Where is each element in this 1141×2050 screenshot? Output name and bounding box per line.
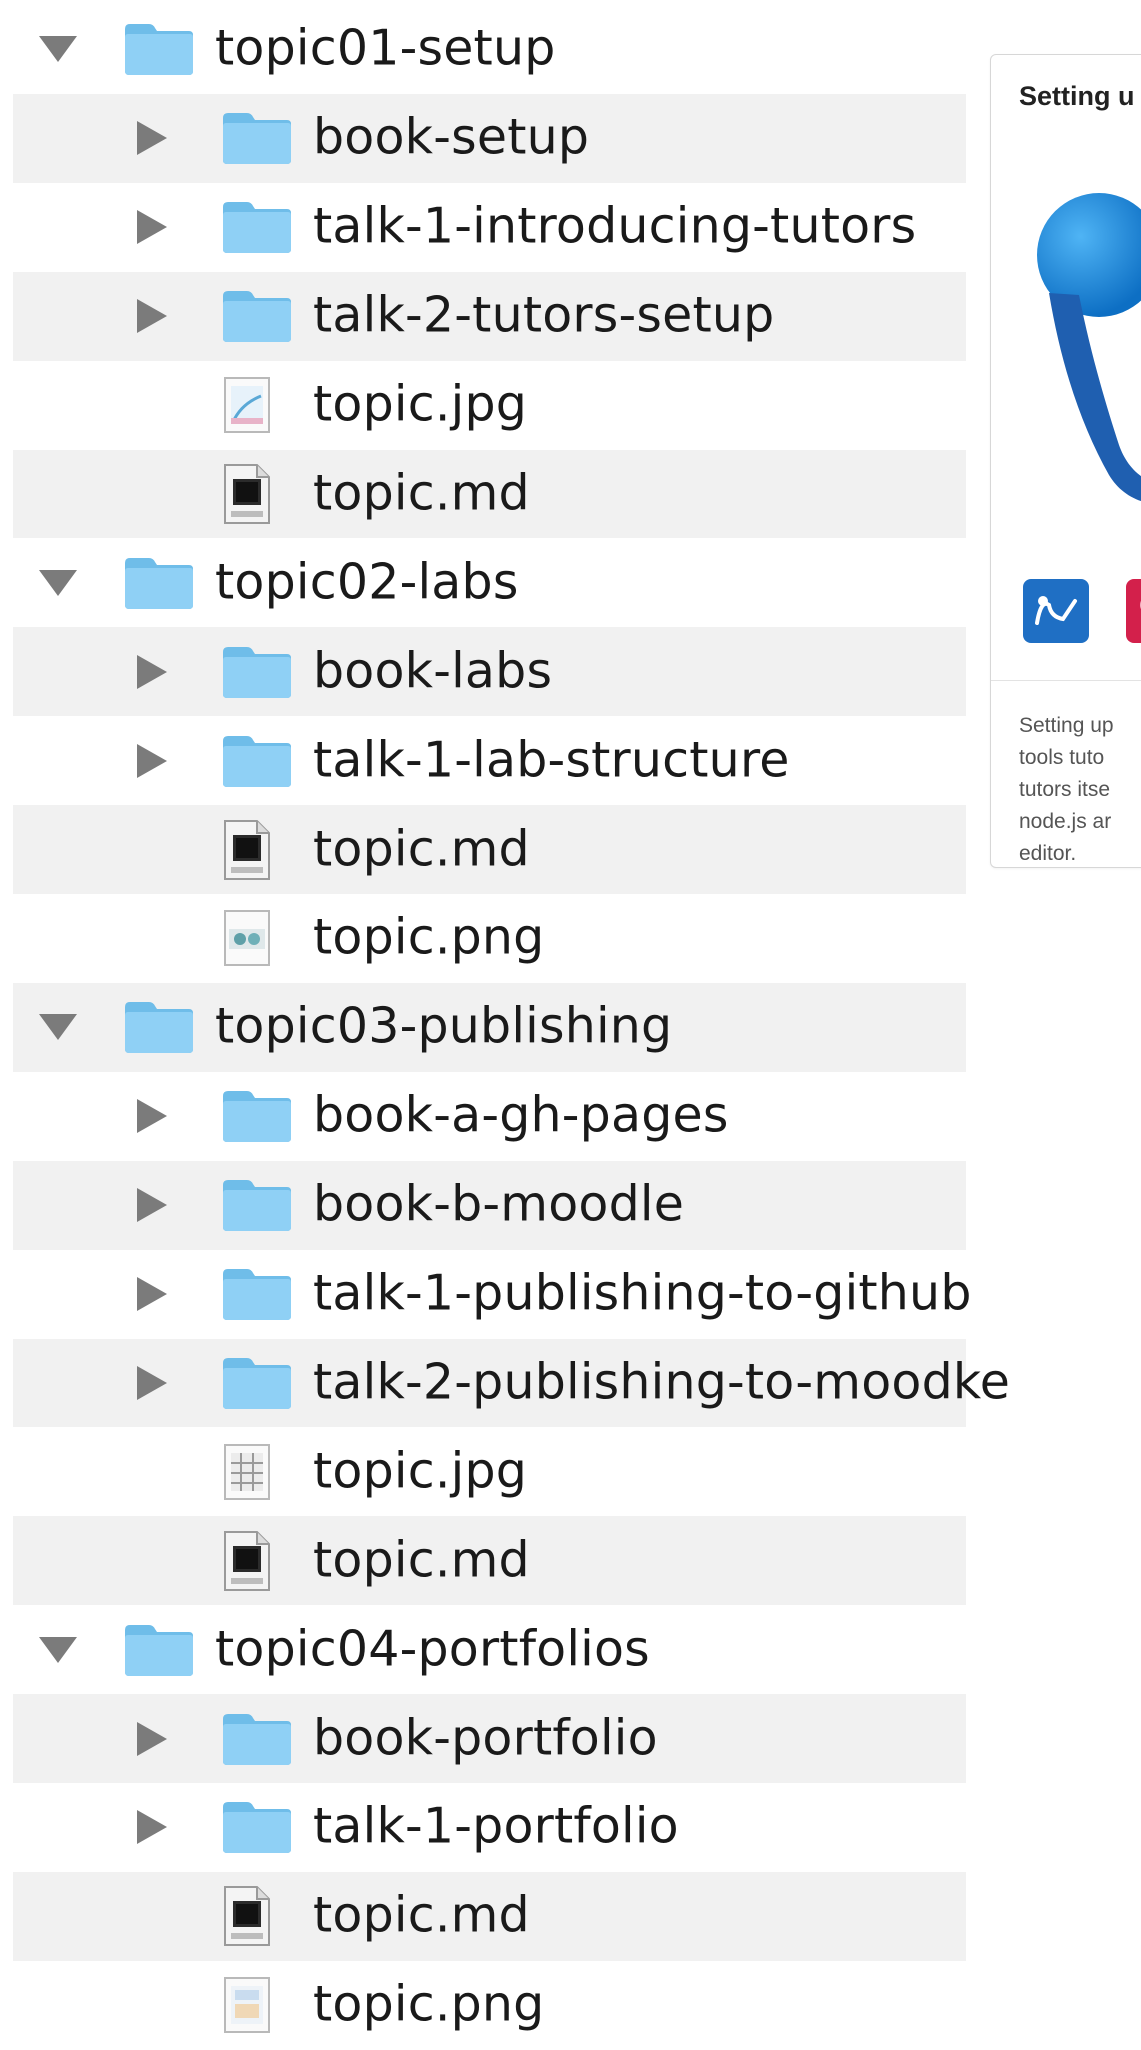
- tree-row-label: topic.jpg: [313, 1442, 528, 1500]
- collapsed-arrow-icon[interactable]: [137, 743, 167, 778]
- tree-row[interactable]: book-portfolio: [13, 1694, 966, 1783]
- collapsed-arrow-icon[interactable]: [137, 1099, 167, 1134]
- markdown-file-icon: [224, 819, 270, 880]
- jpg-image-icon: [224, 1443, 270, 1500]
- tree-row-label: talk-1-publishing-to-github: [313, 1264, 972, 1322]
- expanded-arrow-icon[interactable]: [39, 36, 77, 63]
- tree-row-label: topic.jpg: [313, 375, 528, 433]
- preview-card-title: Setting u: [1019, 81, 1135, 111]
- tree-row-label: topic02-labs: [215, 553, 519, 611]
- tree-row-label: book-portfolio: [313, 1708, 658, 1766]
- red-badge-icon: [1126, 579, 1141, 643]
- description-line: tools tuto: [1019, 746, 1105, 769]
- folder-icon: [223, 1357, 291, 1409]
- preview-card-description: Setting up tools tuto tutors itse node.js a…: [1019, 710, 1141, 867]
- tree-row[interactable]: topic01-setup: [13, 5, 966, 94]
- tree-row-label: topic.png: [313, 1975, 545, 2033]
- markdown-file-icon: [224, 1530, 270, 1591]
- description-line: Setting up: [1019, 714, 1114, 737]
- collapsed-arrow-icon[interactable]: [137, 1721, 167, 1756]
- tree-row[interactable]: talk-1-introducing-tutors: [13, 183, 966, 272]
- tree-row-label: topic01-setup: [215, 19, 556, 77]
- description-line: node.js ar: [1019, 810, 1112, 833]
- tree-row[interactable]: topic03-publishing: [13, 982, 966, 1072]
- description-line: tutors itse: [1019, 778, 1111, 801]
- folder-icon: [125, 1002, 193, 1054]
- tree-row[interactable]: book-a-gh-pages: [13, 1072, 966, 1161]
- tree-row[interactable]: topic.png: [13, 894, 966, 983]
- tree-row-label: book-setup: [313, 108, 590, 166]
- folder-icon: [223, 1091, 291, 1143]
- tree-row[interactable]: topic.jpg: [13, 361, 966, 450]
- collapsed-arrow-icon[interactable]: [137, 1810, 167, 1845]
- tree-row[interactable]: topic04-portfolios: [13, 1605, 966, 1694]
- folder-icon: [125, 557, 193, 609]
- tree-row[interactable]: topic.png: [13, 1961, 966, 2050]
- folder-icon: [223, 202, 291, 254]
- folder-icon: [223, 1269, 291, 1321]
- tree-row-label: book-b-moodle: [313, 1175, 685, 1233]
- tutors-logo-icon: [991, 175, 1141, 545]
- markdown-file-icon: [224, 463, 270, 524]
- tree-row[interactable]: topic.md: [13, 805, 966, 894]
- expanded-arrow-icon[interactable]: [39, 1636, 77, 1663]
- markdown-file-icon: [224, 1886, 270, 1947]
- tree-row[interactable]: topic.jpg: [13, 1427, 966, 1516]
- tree-row[interactable]: talk-1-publishing-to-github: [13, 1250, 971, 1339]
- tree-row-label: topic.md: [313, 464, 530, 522]
- tree-row-label: book-labs: [313, 642, 553, 700]
- folder-icon: [223, 735, 291, 787]
- jpg-image-icon: [224, 377, 270, 434]
- tree-row[interactable]: book-labs: [13, 627, 966, 717]
- badge-row: [991, 575, 1141, 650]
- tutors-badge-icon: [1023, 579, 1089, 643]
- png-image-icon: [224, 1977, 270, 2034]
- tree-row[interactable]: topic02-labs: [13, 538, 966, 627]
- tree-row[interactable]: talk-2-publishing-to-moodke: [13, 1338, 1010, 1428]
- folder-icon: [223, 1180, 291, 1232]
- description-line: editor.: [1019, 842, 1077, 865]
- folder-icon: [223, 646, 291, 698]
- expanded-arrow-icon[interactable]: [39, 1014, 77, 1041]
- tree-row-label: topic04-portfolios: [215, 1619, 650, 1677]
- tree-row[interactable]: book-b-moodle: [13, 1160, 966, 1250]
- tree-row-label: talk-1-introducing-tutors: [313, 197, 917, 255]
- collapsed-arrow-icon[interactable]: [137, 654, 167, 689]
- tree-row[interactable]: topic.md: [13, 449, 966, 539]
- tree-row-label: talk-2-tutors-setup: [313, 286, 775, 344]
- folder-icon: [223, 1802, 291, 1854]
- preview-card: Setting u Setting up tools tuto tutors i…: [990, 54, 1141, 868]
- expanded-arrow-icon[interactable]: [39, 569, 77, 596]
- collapsed-arrow-icon[interactable]: [137, 1365, 167, 1400]
- collapsed-arrow-icon[interactable]: [137, 121, 167, 156]
- tree-row-label: topic03-publishing: [215, 997, 673, 1055]
- tree-row-label: talk-1-lab-structure: [313, 730, 790, 788]
- tree-row[interactable]: talk-1-lab-structure: [13, 716, 966, 805]
- png-image-icon: [224, 910, 270, 967]
- collapsed-arrow-icon[interactable]: [137, 299, 167, 334]
- tree-row[interactable]: book-setup: [13, 93, 966, 183]
- folder-icon: [223, 113, 291, 165]
- folder-icon: [125, 1624, 193, 1676]
- collapsed-arrow-icon[interactable]: [137, 1277, 167, 1312]
- tree-row[interactable]: topic.md: [13, 1871, 966, 1961]
- tree-row-label: topic.md: [313, 1531, 530, 1589]
- tree-row-label: talk-2-publishing-to-moodke: [313, 1353, 1011, 1411]
- tree-row-label: topic.md: [313, 1886, 530, 1944]
- tree-row-label: topic.md: [313, 819, 530, 877]
- folder-icon: [223, 291, 291, 343]
- tree-row-label: book-a-gh-pages: [313, 1086, 729, 1144]
- tree-row-label: topic.png: [313, 908, 545, 966]
- tree-row-label: talk-1-portfolio: [313, 1797, 679, 1855]
- collapsed-arrow-icon[interactable]: [137, 1188, 167, 1223]
- card-divider: [991, 680, 1141, 681]
- tree-row[interactable]: topic.md: [13, 1516, 966, 1606]
- tree-row[interactable]: talk-2-tutors-setup: [13, 271, 966, 361]
- folder-icon: [125, 24, 193, 76]
- tree-row[interactable]: talk-1-portfolio: [13, 1783, 966, 1872]
- folder-icon: [223, 1713, 291, 1765]
- collapsed-arrow-icon[interactable]: [137, 210, 167, 245]
